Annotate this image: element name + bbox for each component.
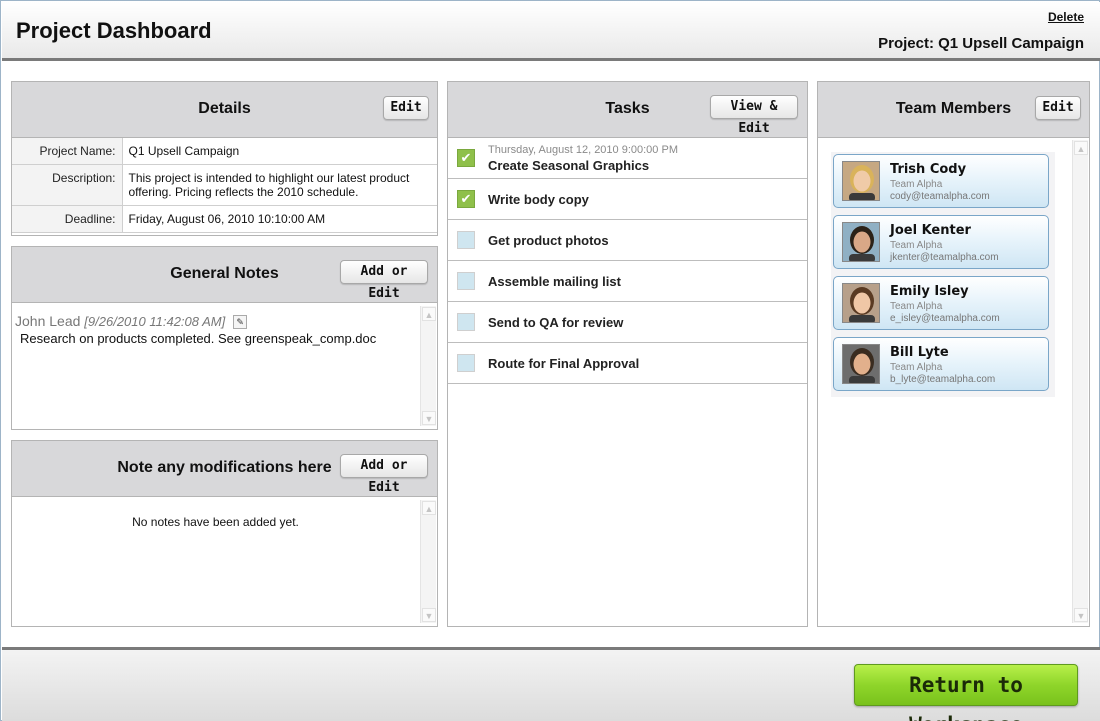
return-to-workspace-button[interactable]: Return to Workspace [854, 664, 1078, 721]
check-icon[interactable]: ✔ [457, 149, 475, 167]
check-icon[interactable]: ✔ [457, 190, 475, 208]
team-member-card[interactable]: Joel Kenter Team Alpha jkenter@teamalpha.c… [833, 215, 1049, 269]
pencil-icon[interactable]: ✎ [233, 315, 248, 330]
member-email: jkenter@teamalpha.com [890, 252, 999, 263]
details-value: Q1 Upsell Campaign [122, 138, 437, 165]
avatar [842, 283, 880, 323]
general-notes-panel: General Notes Add or Edit John Lead [9/2… [11, 246, 438, 430]
team-members-panel: Team Members Edit Trish Cody Team Alpha co… [817, 81, 1090, 627]
task-label: Route for Final Approval [488, 356, 640, 371]
general-notes-body[interactable]: John Lead [9/26/2010 11:42:08 AM] ✎ Rese… [12, 303, 437, 429]
team-member-card[interactable]: Bill Lyte Team Alpha b_lyte@teamalpha.com [833, 337, 1049, 391]
details-panel-header: Details Edit [12, 82, 437, 138]
team-member-card[interactable]: Trish Cody Team Alpha cody@teamalpha.com [833, 154, 1049, 208]
general-notes-scrollbar[interactable]: ▲ ▼ [420, 306, 436, 426]
task-row[interactable]: Assemble mailing list [448, 261, 807, 302]
scroll-up-icon[interactable]: ▲ [422, 501, 436, 515]
footer-bar: Return to Workspace [2, 647, 1100, 721]
team-scrollbar[interactable]: ▲ ▼ [1072, 140, 1088, 623]
team-edit-button[interactable]: Edit [1035, 96, 1081, 120]
member-name: Bill Lyte [890, 345, 949, 360]
app-window: Project Dashboard Delete Project: Q1 Ups… [0, 0, 1100, 721]
task-row[interactable]: Send to QA for review [448, 302, 807, 343]
project-name-heading: Project: Q1 Upsell Campaign [878, 35, 1084, 52]
scroll-down-icon[interactable]: ▼ [1074, 608, 1088, 622]
details-label: Deadline: [12, 205, 123, 233]
empty-notes-message: No notes have been added yet. [132, 515, 299, 529]
general-notes-add-edit-button[interactable]: Add or Edit [340, 260, 428, 301]
note-timestamp: [9/26/2010 11:42:08 AM] [84, 314, 226, 329]
task-checkbox[interactable] [457, 272, 475, 290]
member-email: cody@teamalpha.com [890, 191, 990, 202]
details-panel: Details Edit Project Name: Q1 Upsell Cam… [11, 81, 438, 236]
note-author: John Lead [15, 313, 81, 329]
task-label: Assemble mailing list [488, 274, 621, 289]
task-row[interactable]: Get product photos [448, 220, 807, 261]
details-row-description: Description: This project is intended to… [12, 164, 437, 206]
task-label: Get product photos [488, 233, 609, 248]
task-date: Thursday, August 12, 2010 9:00:00 PM [488, 144, 678, 156]
details-value: Friday, August 06, 2010 10:10:00 AM [122, 205, 437, 233]
team-members-header: Team Members Edit [818, 82, 1089, 138]
modifications-header: Note any modifications here Add or Edit [12, 441, 437, 497]
modifications-panel: Note any modifications here Add or Edit … [11, 440, 438, 627]
task-checkbox[interactable] [457, 354, 475, 372]
member-team: Team Alpha [890, 362, 943, 373]
avatar [842, 222, 880, 262]
task-checkbox[interactable] [457, 313, 475, 331]
details-label: Description: [12, 164, 123, 206]
scroll-down-icon[interactable]: ▼ [422, 411, 436, 425]
delete-link[interactable]: Delete [1048, 10, 1084, 24]
team-member-card[interactable]: Emily Isley Team Alpha e_isley@teamalpha.c… [833, 276, 1049, 330]
details-table: Project Name: Q1 Upsell Campaign Descrip… [12, 138, 437, 233]
details-row-project-name: Project Name: Q1 Upsell Campaign [12, 138, 437, 165]
details-label: Project Name: [12, 138, 123, 165]
tasks-header: Tasks View & Edit [448, 82, 807, 138]
modifications-add-edit-button[interactable]: Add or Edit [340, 454, 428, 495]
avatar [842, 344, 880, 384]
details-title: Details [198, 100, 251, 117]
task-label: Create Seasonal Graphics [488, 158, 650, 173]
task-label: Send to QA for review [488, 315, 624, 330]
task-checkbox[interactable] [457, 231, 475, 249]
member-team: Team Alpha [890, 301, 943, 312]
tasks-panel: Tasks View & Edit ✔ Thursday, August 12, … [447, 81, 808, 627]
member-name: Emily Isley [890, 284, 969, 299]
member-name: Joel Kenter [890, 223, 971, 238]
scroll-up-icon[interactable]: ▲ [1074, 141, 1088, 155]
task-label: Write body copy [488, 192, 589, 207]
team-member-list: Trish Cody Team Alpha cody@teamalpha.com Jo… [831, 152, 1055, 397]
header-bar: Project Dashboard Delete Project: Q1 Ups… [2, 2, 1100, 61]
scroll-up-icon[interactable]: ▲ [422, 307, 436, 321]
details-value: This project is intended to highlight ou… [122, 164, 437, 206]
scroll-down-icon[interactable]: ▼ [422, 608, 436, 622]
task-row[interactable]: Route for Final Approval [448, 343, 807, 384]
member-email: e_isley@teamalpha.com [890, 313, 1000, 324]
avatar [842, 161, 880, 201]
member-name: Trish Cody [890, 162, 967, 177]
details-row-deadline: Deadline: Friday, August 06, 2010 10:10:… [12, 205, 437, 233]
general-notes-header: General Notes Add or Edit [12, 247, 437, 303]
tasks-view-edit-button[interactable]: View & Edit [710, 95, 798, 136]
details-edit-button[interactable]: Edit [383, 96, 429, 120]
note-entry-header: John Lead [9/26/2010 11:42:08 AM] ✎ [15, 313, 248, 330]
member-team: Team Alpha [890, 179, 943, 190]
member-team: Team Alpha [890, 240, 943, 251]
note-text: Research on products completed. See gree… [20, 331, 377, 346]
task-row[interactable]: ✔ Write body copy [448, 179, 807, 220]
modifications-body[interactable]: No notes have been added yet. ▲ ▼ [12, 497, 437, 626]
member-email: b_lyte@teamalpha.com [890, 374, 996, 385]
task-row[interactable]: ✔ Thursday, August 12, 2010 9:00:00 PM Cre… [448, 138, 807, 179]
modifications-scrollbar[interactable]: ▲ ▼ [420, 500, 436, 623]
page-title: Project Dashboard [16, 18, 212, 43]
